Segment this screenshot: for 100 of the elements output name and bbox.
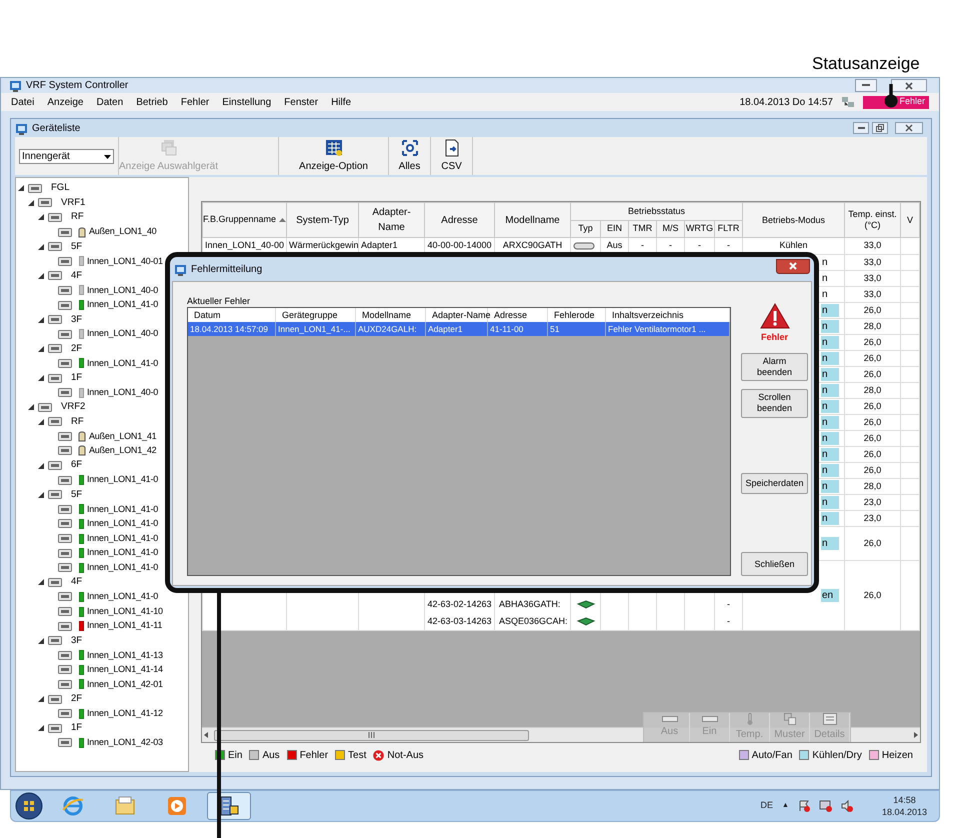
expanded-icon[interactable] (38, 462, 44, 469)
close-button[interactable] (895, 122, 923, 134)
dialog-button[interactable]: Schließen (741, 552, 808, 576)
restore-button[interactable] (872, 122, 888, 134)
tree-item[interactable]: Innen_LON1_41-10 (87, 604, 163, 618)
tree-item[interactable]: Innen_LON1_42-01 (87, 678, 163, 692)
tree-item[interactable]: 2F (71, 692, 82, 706)
minimize-button[interactable] (855, 79, 877, 92)
column-header[interactable]: TMR (628, 220, 656, 238)
list-row[interactable]: 18.04.2013 14:57:09 Innen_LON1_41-... AUXD24GALH: Adapter1 41-11-00 51 Fehler Ventilatormotor1 ... (188, 322, 730, 336)
tree-item[interactable]: Innen_LON1_41-0 (87, 298, 158, 312)
column-header[interactable]: System-Typ (286, 202, 358, 238)
tree-item[interactable]: Innen_LON1_41-14 (87, 663, 163, 677)
column-header[interactable]: V (900, 202, 920, 238)
close-button[interactable] (891, 79, 927, 92)
menu-item[interactable]: Betrieb (136, 94, 168, 110)
tree-item[interactable]: 4F (71, 268, 82, 283)
tree-item[interactable]: 3F (71, 312, 82, 327)
tree-item[interactable]: 6F (71, 458, 82, 473)
column-header[interactable]: WRTG (684, 220, 714, 238)
menu-item[interactable]: Datei (11, 94, 34, 110)
tree-item[interactable]: Innen_LON1_41-0 (87, 502, 158, 516)
expanded-icon[interactable] (38, 418, 44, 425)
tree-item[interactable]: Innen_LON1_41-12 (87, 706, 163, 720)
tree-item[interactable]: RF (71, 210, 84, 225)
tree-item[interactable]: Innen_LON1_40-0 (87, 327, 158, 341)
menu-item[interactable]: Fehler (180, 94, 210, 110)
tree-item[interactable]: VRF2 (61, 400, 86, 414)
menu-item[interactable]: Anzeige (47, 94, 84, 110)
expanded-icon[interactable] (38, 272, 44, 279)
menu-item[interactable]: Daten (96, 94, 124, 110)
minimize-button[interactable] (853, 122, 869, 134)
tree-item[interactable]: Außen_LON1_42 (89, 444, 156, 458)
tree-item[interactable]: Innen_LON1_40-01 (87, 254, 163, 268)
tree-item[interactable]: Innen_LON1_40-0 (87, 386, 158, 400)
expanded-icon[interactable] (38, 638, 44, 644)
tree-item[interactable]: 3F (71, 634, 82, 648)
close-button[interactable] (776, 258, 810, 274)
tree-item[interactable]: FGL (51, 181, 70, 196)
speaker-icon[interactable] (840, 800, 853, 812)
tree-item[interactable]: 4F (71, 575, 82, 590)
tree-item[interactable]: Innen_LON1_41-0 (87, 517, 158, 531)
toolbar-button[interactable]: CSV (430, 137, 472, 175)
expanded-icon[interactable] (38, 492, 44, 498)
tree-item[interactable]: Innen_LON1_41-0 (87, 560, 158, 574)
column-header[interactable]: F.B.Gruppenname (202, 202, 286, 238)
tree-item[interactable]: Innen_LON1_41-0 (87, 532, 158, 546)
tree-item[interactable]: Innen_LON1_40-0 (87, 284, 158, 298)
tree-item[interactable]: Außen_LON1_41 (89, 430, 156, 444)
tree-item[interactable]: Innen_LON1_41-0 (87, 356, 158, 370)
tree-item[interactable]: Innen_LON1_41-0 (87, 473, 158, 487)
language-indicator[interactable]: DE (760, 799, 774, 813)
scrollbar-thumb[interactable] (214, 730, 529, 740)
flag-icon[interactable] (798, 800, 810, 812)
tree-item[interactable]: VRF1 (61, 196, 86, 210)
expanded-icon[interactable] (38, 214, 44, 220)
dialog-button[interactable]: Alarm beenden (741, 352, 808, 380)
column-header[interactable]: FLTR (714, 220, 742, 238)
menu-item[interactable]: Einstellung (222, 94, 272, 110)
clock-date[interactable]: 18.04.2013 (882, 806, 927, 818)
tree-item[interactable]: Außen_LON1_40 (89, 225, 156, 239)
expanded-icon[interactable] (38, 244, 44, 250)
expanded-icon[interactable] (18, 185, 24, 192)
tree-item[interactable]: Innen_LON1_41-0 (87, 590, 158, 604)
network-icon[interactable] (818, 800, 832, 812)
column-header[interactable]: Betriebs-Modus (742, 202, 844, 238)
tree-item[interactable]: 5F (71, 240, 82, 254)
toolbar-button[interactable]: Anzeige-Option (278, 137, 388, 175)
taskbar-button[interactable] (207, 792, 251, 820)
clock-time[interactable]: 14:58 (893, 794, 916, 806)
expanded-icon[interactable] (38, 725, 44, 732)
tree-item[interactable]: 5F (71, 488, 82, 502)
device-type-dropdown[interactable]: Innengerät (19, 149, 114, 164)
tree-item[interactable]: Innen_LON1_41-0 (87, 546, 158, 560)
tree-item[interactable]: Innen_LON1_41-11 (87, 619, 162, 633)
expanded-icon[interactable] (28, 404, 34, 410)
tree-item[interactable]: 1F (71, 370, 82, 386)
menu-item[interactable]: Hilfe (331, 94, 352, 110)
expanded-icon[interactable] (38, 346, 44, 352)
toolbar-button[interactable]: Alles (388, 137, 430, 175)
column-header[interactable]: Typ (570, 220, 600, 238)
menu-item[interactable]: Fenster (284, 94, 318, 110)
column-header[interactable]: Temp. einst. (°C) (844, 202, 900, 238)
start-button[interactable] (15, 792, 43, 820)
expanded-icon[interactable] (38, 316, 44, 323)
column-header[interactable]: EIN (600, 220, 628, 238)
tree-item[interactable]: Innen_LON1_42-03 (87, 736, 163, 750)
expanded-icon[interactable] (28, 200, 34, 206)
expanded-icon[interactable] (38, 375, 44, 382)
column-header[interactable]: M/S (656, 220, 684, 238)
column-header[interactable]: Adapter-Name (358, 202, 424, 238)
column-header[interactable]: Adresse (424, 202, 494, 238)
tree-item[interactable]: 2F (71, 342, 82, 356)
dialog-button[interactable]: Speicherdaten (741, 472, 808, 494)
column-header[interactable]: Modellname (494, 202, 570, 238)
expanded-icon[interactable] (38, 696, 44, 702)
expanded-icon[interactable] (38, 579, 44, 586)
dialog-button[interactable]: Scrollen beenden (741, 388, 808, 418)
tree-item[interactable]: RF (71, 414, 84, 429)
tree-item[interactable]: Innen_LON1_41-13 (87, 648, 163, 662)
